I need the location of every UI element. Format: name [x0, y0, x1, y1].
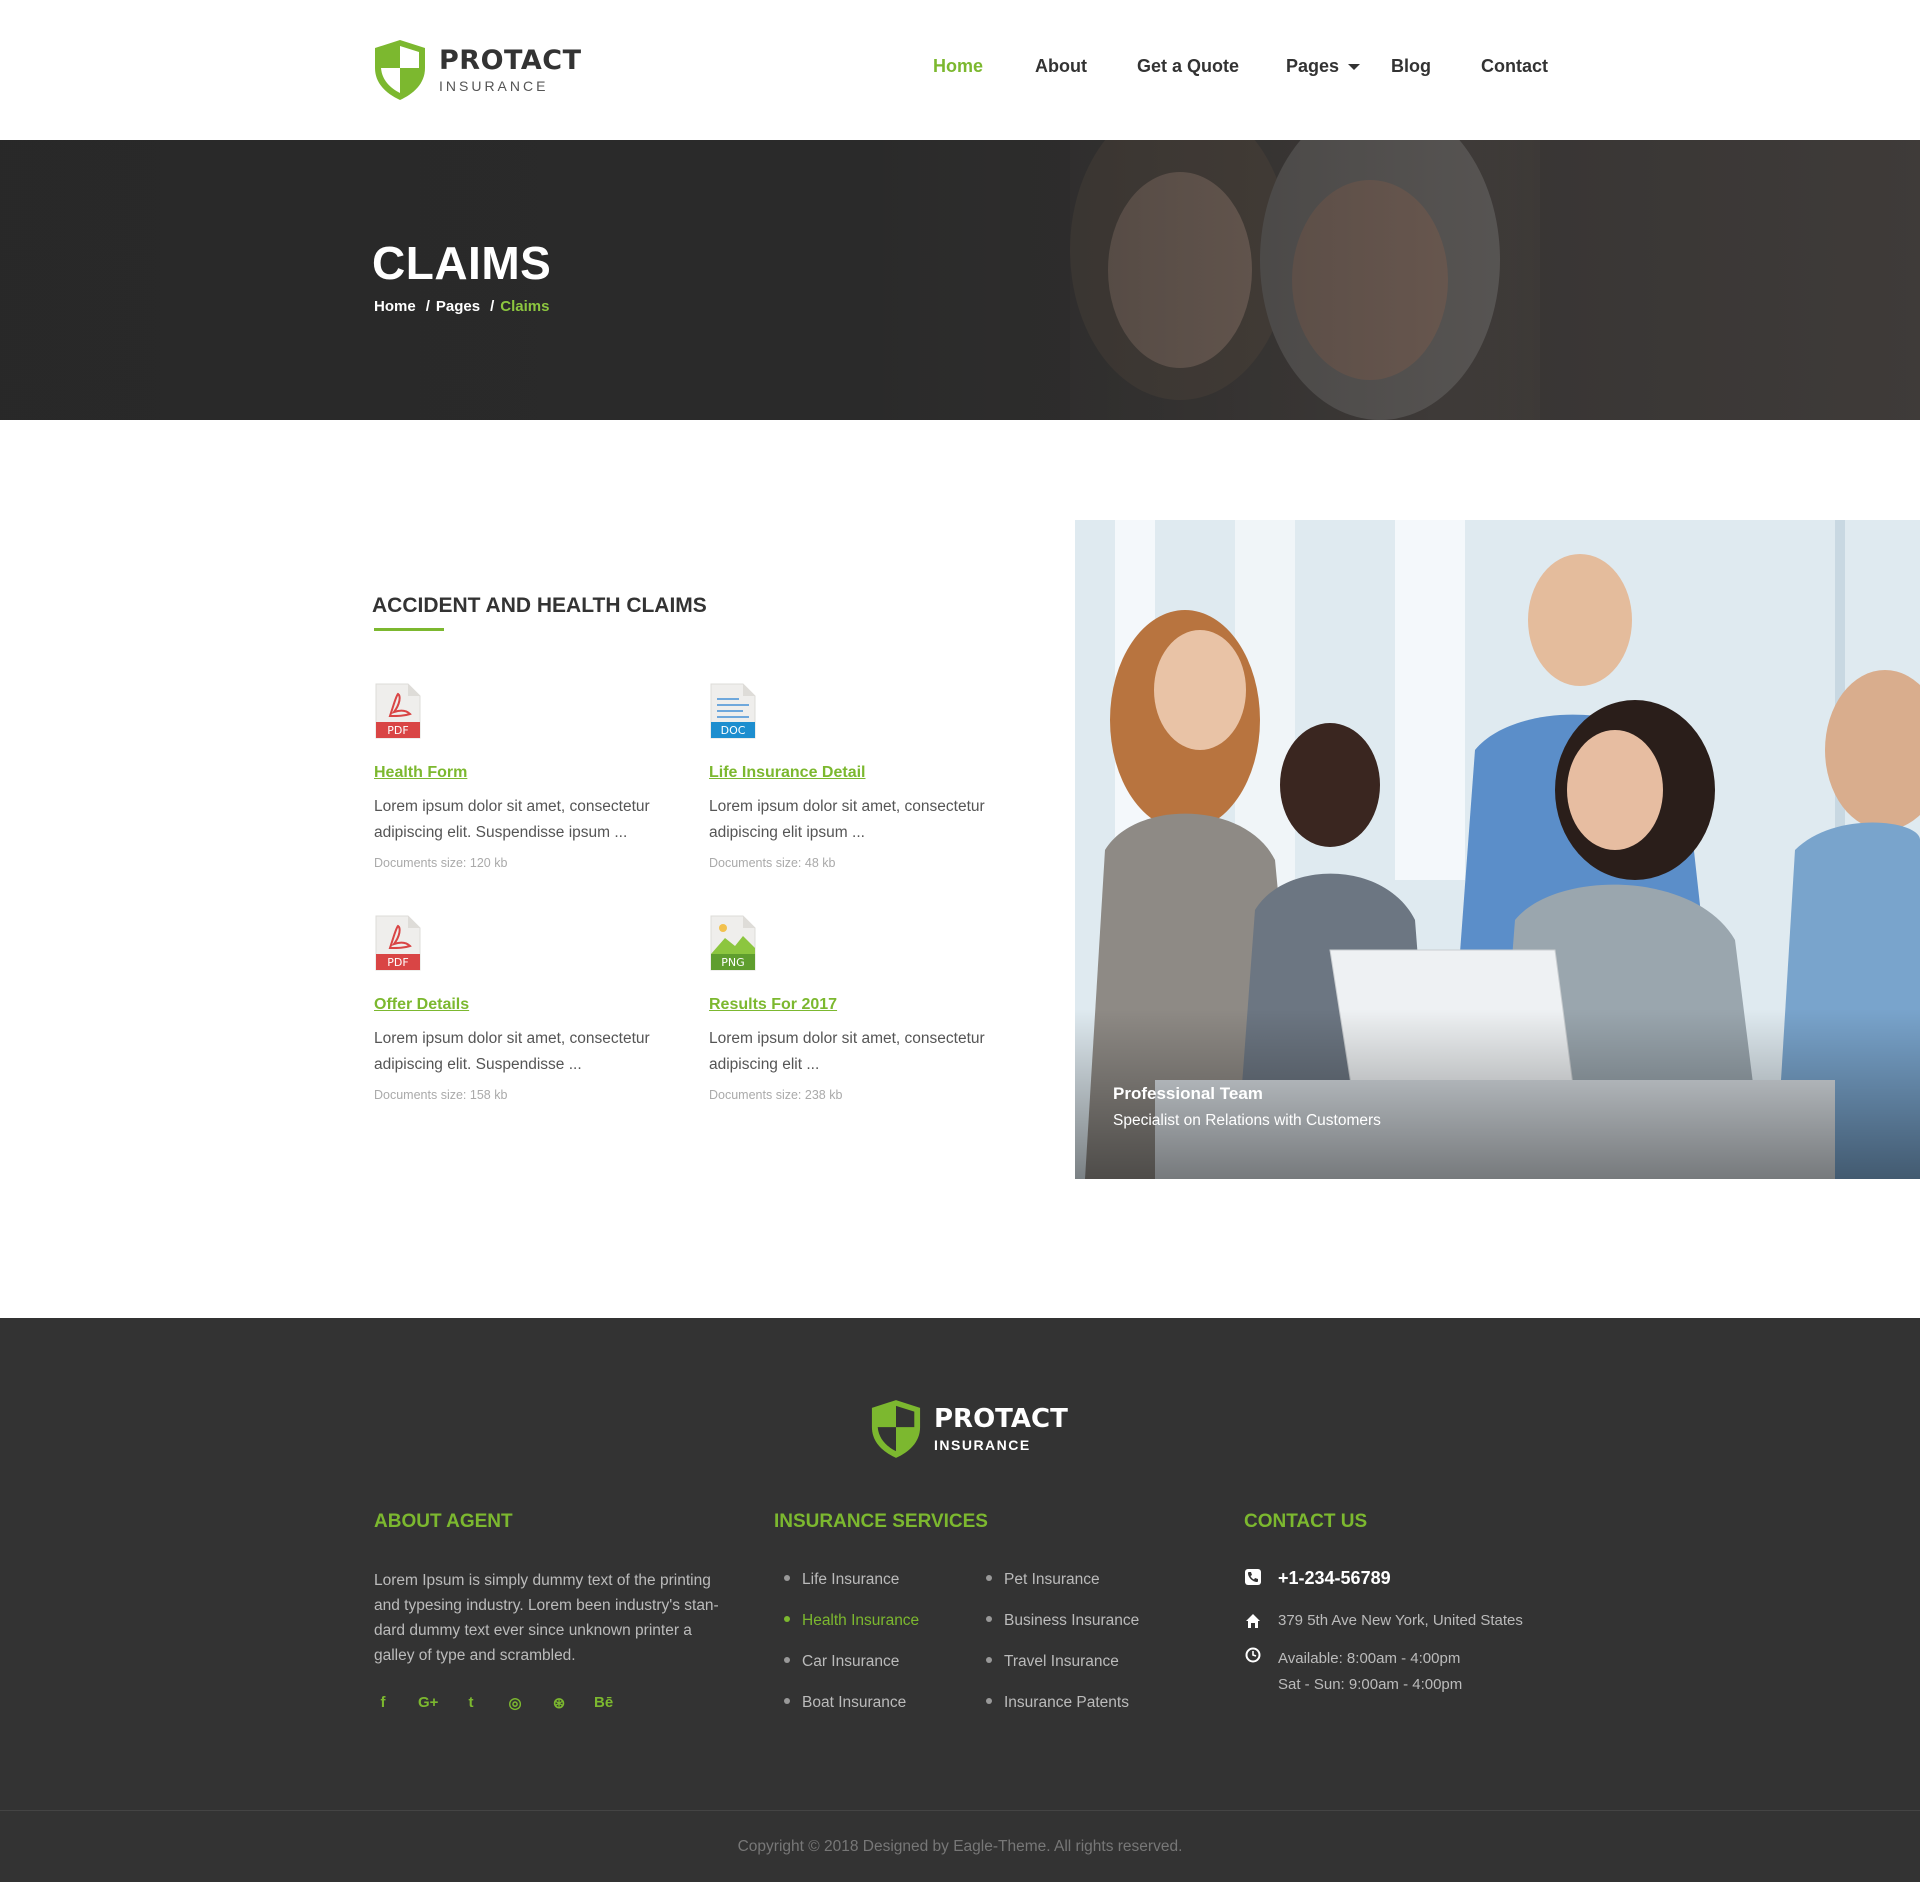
copyright-text: Copyright © 2018 Designed by Eagle-Theme…	[737, 1838, 1183, 1855]
breadcrumb: Home / Pages / Claims	[374, 298, 553, 315]
document-size: Documents size: 158 kb	[374, 1088, 508, 1102]
document-link[interactable]: Life Insurance Detail	[709, 764, 1029, 782]
document-description: Lorem ipsum dolor sit amet, consectetur …	[374, 798, 650, 841]
behance-icon[interactable]: Bē	[594, 1694, 613, 1712]
document-description: Lorem ipsum dolor sit amet, consectetur …	[709, 798, 985, 841]
bullet-icon	[784, 1698, 790, 1705]
footer-about-heading: ABOUT AGENT	[374, 1511, 513, 1532]
svg-text:DOC: DOC	[721, 724, 746, 737]
document-card: DOC Life Insurance Detail Lorem ipsum do…	[709, 682, 1029, 870]
team-photo: Professional Team Specialist on Relation…	[1075, 520, 1920, 1179]
nav-home[interactable]: Home	[933, 56, 983, 77]
document-card: PDF Health Form Lorem ipsum dolor sit am…	[374, 682, 694, 870]
bullet-icon	[784, 1575, 790, 1582]
nav-get-a-quote[interactable]: Get a Quote	[1137, 56, 1239, 77]
nav-about[interactable]: About	[1035, 56, 1087, 77]
document-description: Lorem ipsum dolor sit amet, consectetur …	[709, 1030, 985, 1073]
bullet-icon	[986, 1616, 992, 1623]
breadcrumb-pages[interactable]: Pages	[436, 298, 480, 315]
footer-contact-heading: CONTACT US	[1244, 1511, 1368, 1532]
banner-overlay	[0, 140, 1920, 420]
service-link[interactable]: Insurance Patents	[986, 1694, 1129, 1712]
doc-file-icon: DOC	[709, 682, 757, 740]
bullet-icon	[986, 1698, 992, 1705]
service-link[interactable]: Business Insurance	[986, 1612, 1139, 1630]
svg-text:PDF: PDF	[387, 956, 408, 969]
page-banner: CLAIMS Home / Pages / Claims	[0, 140, 1920, 420]
service-link[interactable]: Boat Insurance	[784, 1694, 906, 1712]
footer-divider	[0, 1810, 1920, 1811]
instagram-icon[interactable]: ◎	[506, 1694, 524, 1712]
contact-hours-row: Available: 8:00am - 4:00pm Sat - Sun: 9:…	[1244, 1646, 1462, 1698]
page-title: CLAIMS	[372, 237, 552, 289]
nav-contact[interactable]: Contact	[1481, 56, 1548, 77]
site-header: PROTACT INSURANCE Home About Get a Quote…	[0, 0, 1920, 140]
pdf-file-icon: PDF	[374, 914, 422, 972]
svg-text:PNG: PNG	[721, 956, 744, 969]
footer-brand-name: PROTACT	[934, 1404, 1068, 1434]
dribbble-icon[interactable]: ⊛	[550, 1694, 568, 1712]
section-title-underline	[374, 628, 444, 631]
footer-brand-tagline: INSURANCE	[934, 1437, 1031, 1453]
clock-icon	[1244, 1646, 1262, 1664]
breadcrumb-home[interactable]: Home	[374, 298, 416, 315]
document-size: Documents size: 48 kb	[709, 856, 836, 870]
document-card: PDF Offer Details Lorem ipsum dolor sit …	[374, 914, 694, 1102]
bullet-icon	[784, 1616, 790, 1623]
bullet-icon	[986, 1657, 992, 1664]
document-link[interactable]: Health Form	[374, 764, 694, 782]
document-card: PNG Results For 2017 Lorem ipsum dolor s…	[709, 914, 1029, 1102]
site-footer: PROTACT INSURANCE ABOUT AGENT Lorem Ipsu…	[0, 1318, 1920, 1882]
footer-about-text: Lorem Ipsum is simply dummy text of the …	[374, 1572, 719, 1664]
bullet-icon	[784, 1657, 790, 1664]
google-plus-icon[interactable]: G+	[418, 1694, 438, 1712]
document-link[interactable]: Offer Details	[374, 996, 694, 1014]
phone-icon	[1244, 1568, 1262, 1586]
main-nav: Home About Get a Quote Pages Blog Contac…	[0, 56, 1920, 86]
document-link[interactable]: Results For 2017	[709, 996, 1029, 1014]
document-size: Documents size: 238 kb	[709, 1088, 843, 1102]
service-link[interactable]: Travel Insurance	[986, 1653, 1119, 1671]
footer-services-heading: INSURANCE SERVICES	[774, 1511, 988, 1532]
social-links: f G+ t ◎ ⊛ Bē	[374, 1694, 638, 1712]
nav-pages[interactable]: Pages	[1286, 56, 1361, 77]
facebook-icon[interactable]: f	[374, 1694, 392, 1712]
service-link-active[interactable]: Health Insurance	[784, 1612, 919, 1630]
shield-logo-icon	[871, 1400, 921, 1458]
photo-caption-title: Professional Team	[1113, 1084, 1263, 1103]
svg-text:PDF: PDF	[387, 724, 408, 737]
home-icon	[1244, 1612, 1262, 1630]
breadcrumb-current: Claims	[500, 298, 550, 315]
service-link[interactable]: Car Insurance	[784, 1653, 899, 1671]
nav-blog[interactable]: Blog	[1391, 56, 1431, 77]
twitter-icon[interactable]: t	[462, 1694, 480, 1712]
contact-hours-weekend: Sat - Sun: 9:00am - 4:00pm	[1278, 1676, 1463, 1693]
breadcrumb-separator: /	[490, 298, 495, 315]
chevron-down-icon	[1348, 64, 1361, 71]
pdf-file-icon: PDF	[374, 682, 422, 740]
document-size: Documents size: 120 kb	[374, 856, 508, 870]
service-link[interactable]: Pet Insurance	[986, 1571, 1100, 1589]
contact-address-row: 379 5th Ave New York, United States	[1244, 1612, 1523, 1630]
service-link[interactable]: Life Insurance	[784, 1571, 899, 1589]
breadcrumb-separator: /	[425, 298, 430, 315]
photo-caption-subtitle: Specialist on Relations with Customers	[1113, 1112, 1381, 1129]
footer-brand-logo[interactable]: PROTACT INSURANCE	[870, 1398, 1068, 1460]
document-description: Lorem ipsum dolor sit amet, consectetur …	[374, 1030, 650, 1073]
contact-hours-weekday: Available: 8:00am - 4:00pm	[1278, 1650, 1461, 1667]
contact-phone[interactable]: +1-234-56789	[1278, 1568, 1391, 1589]
nav-pages-label: Pages	[1286, 56, 1340, 76]
contact-address: 379 5th Ave New York, United States	[1278, 1612, 1523, 1629]
contact-phone-row: +1-234-56789	[1244, 1568, 1391, 1589]
bullet-icon	[986, 1575, 992, 1582]
section-title: ACCIDENT AND HEALTH CLAIMS	[372, 594, 707, 617]
png-file-icon: PNG	[709, 914, 757, 972]
